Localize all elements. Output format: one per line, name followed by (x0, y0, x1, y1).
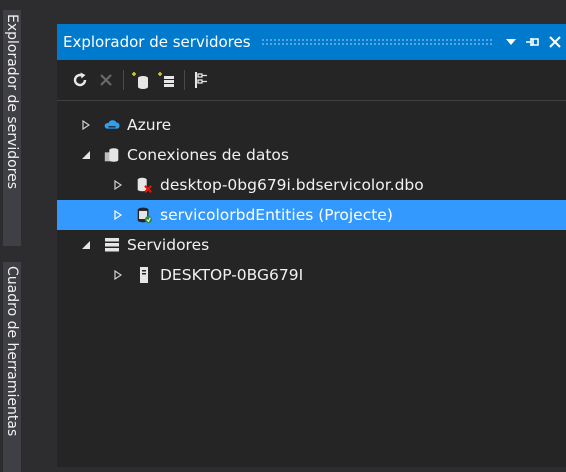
expand-icon[interactable] (80, 119, 92, 131)
database-entity-icon (135, 206, 153, 224)
close-icon[interactable] (544, 31, 566, 53)
side-tab-label: Cuadro de herramientas (4, 266, 20, 437)
tree-item-label: Conexiones de datos (127, 146, 289, 164)
tree-item-label: desktop-0bg679i.bdservicolor.dbo (160, 176, 424, 194)
tree-item-data-connections[interactable]: Conexiones de datos (57, 140, 566, 170)
drag-grip[interactable] (260, 38, 492, 46)
toolbar-separator (184, 70, 185, 90)
connect-server-icon[interactable] (154, 67, 180, 93)
servers-icon (103, 236, 121, 254)
side-tab-strip: Explorador de servidores Cuadro de herra… (0, 0, 24, 472)
panel-title-bar[interactable]: Explorador de servidores (57, 24, 566, 60)
collapse-icon[interactable] (80, 149, 92, 161)
stop-icon[interactable] (93, 67, 119, 93)
toolbar-separator (123, 70, 124, 90)
connect-database-icon[interactable] (128, 67, 154, 93)
tree-item-label: Servidores (127, 236, 210, 254)
server-tree: Azure Conexiones de datos desktop-0bg679… (57, 110, 566, 290)
side-tab-toolbox[interactable]: Cuadro de herramientas (3, 262, 21, 472)
refresh-icon[interactable] (67, 67, 93, 93)
side-tab-label: Explorador de servidores (4, 14, 20, 190)
tree-item-connection-selected[interactable]: servicolorbdEntities (Projecte) (57, 200, 566, 230)
database-connection-icon (103, 146, 121, 164)
expand-icon[interactable] (112, 269, 124, 281)
tree-item-azure[interactable]: Azure (57, 110, 566, 140)
tree-item-connection[interactable]: desktop-0bg679i.bdservicolor.dbo (57, 170, 566, 200)
collapse-icon[interactable] (80, 239, 92, 251)
azure-cloud-icon (103, 116, 121, 134)
tree-item-label: DESKTOP-0BG679I (160, 266, 304, 284)
tree-item-label: Azure (127, 116, 172, 134)
panel-toolbar (57, 60, 566, 101)
properties-icon[interactable] (189, 67, 215, 93)
server-explorer-panel: Explorador de servidores Azure Conexione… (57, 24, 566, 467)
server-icon (135, 266, 153, 284)
side-tab-server-explorer[interactable]: Explorador de servidores (3, 10, 21, 246)
tree-item-servers[interactable]: Servidores (57, 230, 566, 260)
database-error-icon (135, 176, 153, 194)
tree-item-label: servicolorbdEntities (Projecte) (160, 206, 393, 224)
pin-icon[interactable] (522, 31, 544, 53)
expand-icon[interactable] (112, 209, 124, 221)
panel-title: Explorador de servidores (63, 33, 251, 51)
window-position-dropdown-icon[interactable] (500, 31, 522, 53)
expand-icon[interactable] (112, 179, 124, 191)
tree-item-server[interactable]: DESKTOP-0BG679I (57, 260, 566, 290)
